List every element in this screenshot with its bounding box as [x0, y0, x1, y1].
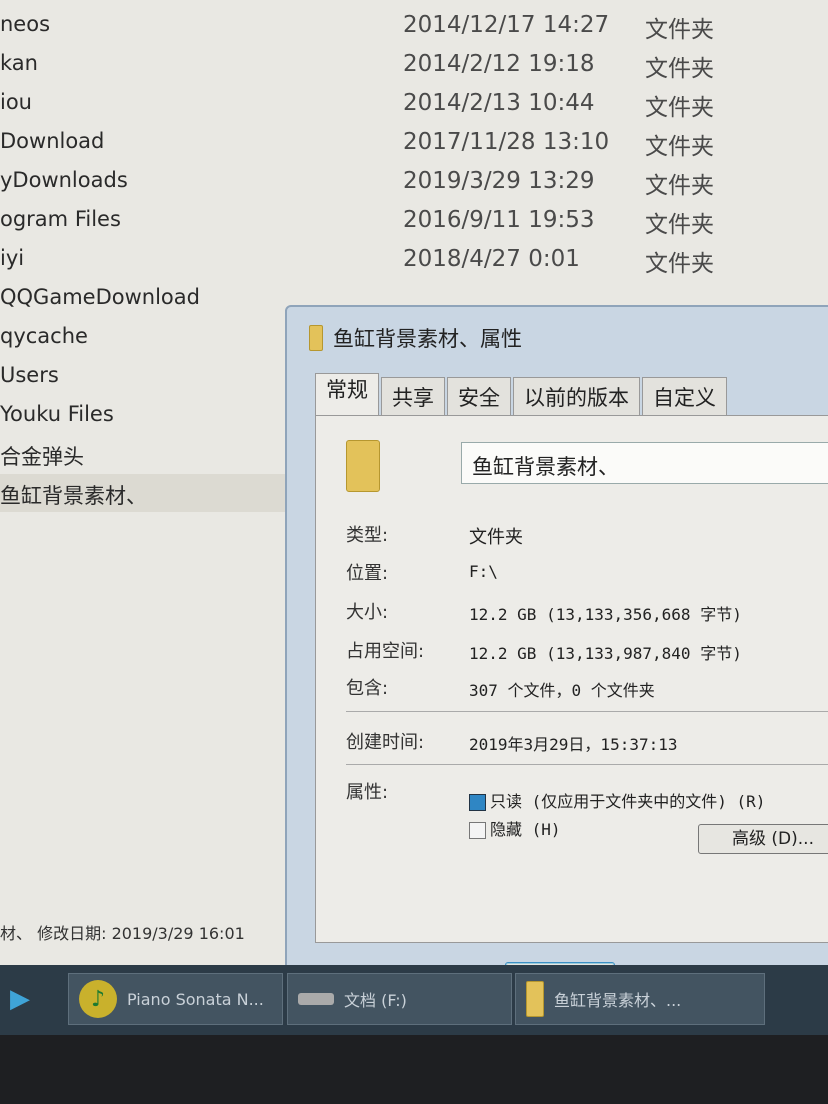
file-name: Youku Files	[0, 402, 114, 426]
divider	[346, 764, 828, 765]
file-name: Users	[0, 363, 59, 387]
file-row[interactable]: kan 2014/2/12 19:18 文件夹	[0, 45, 828, 83]
tab-previous-versions[interactable]: 以前的版本	[513, 377, 640, 416]
folder-icon	[309, 325, 323, 351]
disk-size-label: 占用空间:	[346, 641, 425, 662]
file-type: 文件夹	[645, 212, 714, 238]
tab-customize[interactable]: 自定义	[642, 377, 727, 416]
file-row[interactable]: Download 2017/11/28 13:10 文件夹	[0, 123, 828, 161]
dialog-title-text: 鱼缸背景素材、属性	[333, 327, 522, 351]
file-name: Download	[0, 129, 105, 153]
disk-size-value: 12.2 GB (13,133,987,840 字节)	[469, 644, 742, 663]
file-row[interactable]: yDownloads 2019/3/29 13:29 文件夹	[0, 162, 828, 200]
file-type: 文件夹	[645, 95, 714, 121]
created-value: 2019年3月29日，15:37:13	[469, 735, 678, 754]
tab-sharing[interactable]: 共享	[381, 377, 445, 416]
file-name: QQGameDownload	[0, 285, 200, 309]
file-name: ogram Files	[0, 207, 121, 231]
file-type: 文件夹	[645, 173, 714, 199]
type-value: 文件夹	[469, 527, 523, 548]
file-name: 合金弹头	[0, 445, 84, 469]
file-row[interactable]: iyi 2018/4/27 0:01 文件夹	[0, 240, 828, 278]
hidden-label: 隐藏 (H)	[490, 820, 561, 839]
divider	[346, 711, 828, 712]
checkbox-icon[interactable]	[469, 822, 486, 839]
file-name: qycache	[0, 324, 88, 348]
file-date: 2014/2/13 10:44	[403, 90, 595, 116]
taskbar: ▶ ♪ Piano Sonata N... 文档 (F:) 鱼缸背景素材、...	[0, 965, 828, 1035]
taskbar-label: 文档 (F:)	[344, 991, 407, 1010]
file-row[interactable]: neos 2014/12/17 14:27 文件夹	[0, 6, 828, 44]
file-name: kan	[0, 51, 38, 75]
location-label: 位置:	[346, 563, 389, 584]
taskbar-label: 鱼缸背景素材、...	[554, 991, 682, 1010]
type-label: 类型:	[346, 525, 389, 546]
dialog-title: 鱼缸背景素材、属性	[309, 323, 522, 353]
size-label: 大小:	[346, 602, 389, 623]
properties-dialog: 鱼缸背景素材、属性 常规 共享 安全 以前的版本 自定义 鱼缸背景素材、 类型:…	[285, 305, 828, 1015]
created-label: 创建时间:	[346, 732, 425, 753]
tab-general[interactable]: 常规	[315, 373, 379, 416]
file-row[interactable]: ogram Files 2016/9/11 19:53 文件夹	[0, 201, 828, 239]
video-app-button[interactable]: ▶	[0, 973, 60, 1025]
file-name: iou	[0, 90, 32, 114]
status-bar: 材、 修改日期: 2019/3/29 16:01	[0, 924, 245, 943]
attributes-label: 属性:	[346, 782, 389, 803]
play-icon: ▶	[10, 984, 30, 1014]
hidden-checkbox[interactable]: 隐藏 (H)	[469, 816, 561, 840]
file-date: 2019/3/29 13:29	[403, 168, 595, 194]
folder-icon	[346, 440, 380, 492]
file-date: 2014/2/12 19:18	[403, 51, 595, 77]
readonly-checkbox[interactable]: 只读 (仅应用于文件夹中的文件) (R)	[469, 788, 765, 812]
music-note-icon: ♪	[79, 980, 117, 1018]
drive-icon	[298, 993, 334, 1005]
contains-value: 307 个文件，0 个文件夹	[469, 681, 655, 700]
checkbox-icon[interactable]	[469, 794, 486, 811]
file-type: 文件夹	[645, 251, 714, 277]
tab-security[interactable]: 安全	[447, 377, 511, 416]
advanced-button[interactable]: 高级 (D)...	[698, 824, 828, 854]
file-date: 2016/9/11 19:53	[403, 207, 595, 233]
size-value: 12.2 GB (13,133,356,668 字节)	[469, 605, 742, 624]
location-value: F:\	[469, 562, 498, 581]
file-type: 文件夹	[645, 17, 714, 43]
taskbar-item-folder[interactable]: 鱼缸背景素材、...	[515, 973, 765, 1025]
file-name: yDownloads	[0, 168, 128, 192]
file-name: iyi	[0, 246, 25, 270]
readonly-label: 只读 (仅应用于文件夹中的文件) (R)	[490, 792, 766, 811]
file-name: 鱼缸背景素材、	[0, 484, 147, 508]
file-date: 2017/11/28 13:10	[403, 129, 610, 155]
folder-name-input[interactable]: 鱼缸背景素材、	[461, 442, 828, 484]
folder-icon	[526, 981, 544, 1017]
taskbar-item-music[interactable]: ♪ Piano Sonata N...	[68, 973, 283, 1025]
file-row[interactable]: iou 2014/2/13 10:44 文件夹	[0, 84, 828, 122]
taskbar-item-drive[interactable]: 文档 (F:)	[287, 973, 512, 1025]
file-type: 文件夹	[645, 134, 714, 160]
file-name: neos	[0, 12, 51, 36]
file-type: 文件夹	[645, 56, 714, 82]
file-date: 2014/12/17 14:27	[403, 12, 610, 38]
taskbar-label: Piano Sonata N...	[127, 989, 264, 1009]
contains-label: 包含:	[346, 678, 389, 699]
file-date: 2018/4/27 0:01	[403, 246, 580, 272]
general-panel: 鱼缸背景素材、 类型: 文件夹 位置: F:\ 大小: 12.2 GB (13,…	[315, 415, 828, 943]
